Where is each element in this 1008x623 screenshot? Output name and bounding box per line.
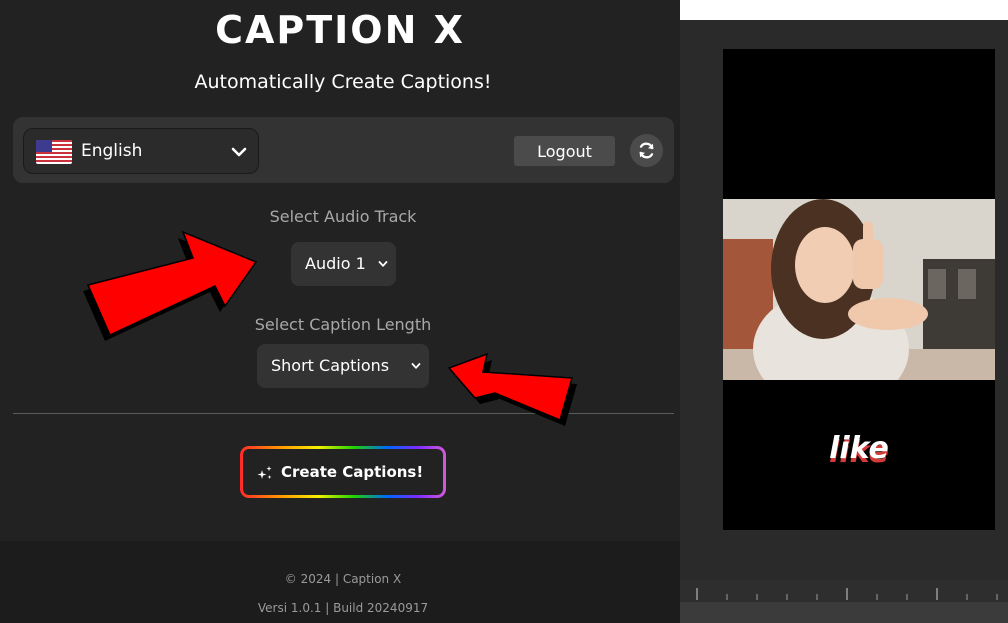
caption-x-panel: CAPTION X Automatically Create Captions!… — [0, 0, 680, 623]
video-preview-frame: like like — [723, 49, 995, 530]
refresh-icon — [639, 142, 654, 159]
timeline-track[interactable] — [680, 602, 1008, 623]
language-label: English — [81, 141, 143, 161]
caption-length-value: Short Captions — [271, 356, 390, 375]
caption-preview: like like — [723, 431, 995, 470]
chevron-down-icon — [411, 363, 421, 369]
copyright-text: © 2024 | Caption X — [284, 572, 402, 586]
version-text: Versi 1.0.1 | Build 20240917 — [257, 601, 429, 615]
chevron-down-icon — [378, 261, 388, 267]
sparkle-icon — [257, 466, 272, 479]
divider — [13, 413, 674, 414]
create-captions-label: Create Captions! — [281, 463, 424, 481]
audio-track-value: Audio 1 — [305, 254, 366, 273]
timeline-ruler — [680, 580, 1008, 602]
top-toolbar: English Logout — [13, 117, 674, 183]
app-tagline: Automatically Create Captions! — [194, 71, 492, 93]
preview-top-strip — [680, 0, 1008, 20]
caption-word: like — [829, 431, 889, 466]
logout-button[interactable]: Logout — [514, 136, 615, 166]
language-select[interactable]: English — [23, 128, 259, 174]
us-flag-icon — [36, 140, 72, 164]
footer: © 2024 | Caption X Versi 1.0.1 | Build 2… — [0, 541, 680, 623]
video-frame-image — [723, 199, 995, 380]
video-preview-area: like like — [680, 0, 1008, 623]
caption-length-dropdown[interactable]: Short Captions — [257, 344, 429, 388]
create-captions-button-inner: Create Captions! — [243, 449, 443, 495]
audio-track-dropdown[interactable]: Audio 1 — [291, 242, 396, 286]
chevron-down-icon — [231, 147, 247, 157]
app-logo: CAPTION X — [215, 8, 465, 52]
refresh-button[interactable] — [630, 134, 663, 167]
caption-length-label: Select Caption Length — [254, 315, 432, 334]
create-captions-button[interactable]: Create Captions! — [240, 446, 446, 498]
audio-track-label: Select Audio Track — [269, 207, 417, 226]
